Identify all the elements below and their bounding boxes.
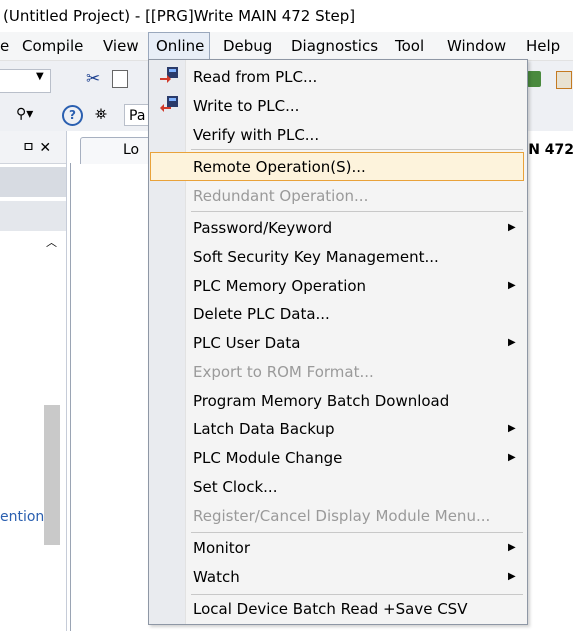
menu-online[interactable]: Online	[156, 36, 204, 56]
menu-item-latch-data-backup[interactable]: Latch Data Backup	[193, 417, 335, 441]
menu-debug[interactable]: Debug	[223, 36, 272, 56]
menu-item-program-memory-batch-download[interactable]: Program Memory Batch Download	[193, 389, 449, 413]
pin-and-close-icons[interactable]: ㅁ ✕	[22, 137, 51, 157]
menu-item-export-rom-format[interactable]: Export to ROM Format...	[193, 360, 374, 384]
menu-item-verify-with-plc[interactable]: Verify with PLC...	[193, 123, 319, 147]
local-tab-label: Lo	[123, 142, 140, 158]
menu-item-plc-module-change[interactable]: PLC Module Change	[193, 446, 342, 470]
menu-item-local-device-batch-read[interactable]: Local Device Batch Read +Save CSV	[193, 597, 467, 621]
copy-icon[interactable]	[112, 70, 128, 88]
help-icon[interactable]: ?	[62, 105, 83, 126]
pane-header: ㅁ ✕	[0, 131, 66, 164]
dropdown-arrow-icon[interactable]: ▼	[36, 71, 44, 82]
submenu-arrow-icon: ▶	[508, 423, 516, 434]
submenu-arrow-icon: ▶	[508, 280, 516, 291]
menu-item-plc-user-data[interactable]: PLC User Data	[193, 331, 300, 355]
menu-compile[interactable]: Compile	[22, 36, 83, 56]
online-menu-dropdown: Read from PLC... Write to PLC... Verify …	[148, 59, 528, 625]
menu-separator	[191, 594, 523, 595]
pane-band	[0, 167, 66, 197]
menu-file[interactable]: e	[0, 36, 9, 56]
binoculars-icon[interactable]: ⛯	[95, 105, 107, 123]
menu-icon-gutter	[149, 60, 186, 624]
menu-separator	[191, 532, 523, 533]
write-to-plc-icon	[158, 95, 180, 113]
pane-band-2	[0, 201, 66, 231]
scroll-up-icon[interactable]: ︿	[46, 234, 57, 250]
window-title: (Untitled Project) - [[PRG]Write MAIN 47…	[0, 0, 573, 32]
toolbar-icon-right[interactable]	[527, 71, 541, 87]
menu-separator	[191, 149, 523, 150]
submenu-arrow-icon: ▶	[508, 452, 516, 463]
menu-item-watch[interactable]: Watch	[193, 565, 240, 589]
toolbar-icon-right2[interactable]	[556, 71, 572, 89]
partial-tree-text: ention	[0, 509, 45, 525]
menu-item-plc-memory-operation[interactable]: PLC Memory Operation	[193, 274, 366, 298]
submenu-arrow-icon: ▶	[508, 542, 516, 553]
menu-item-register-cancel-display-module[interactable]: Register/Cancel Display Module Menu...	[193, 504, 490, 528]
menu-separator	[191, 211, 523, 212]
menu-item-write-to-plc[interactable]: Write to PLC...	[193, 94, 299, 118]
menu-item-read-from-plc[interactable]: Read from PLC...	[193, 65, 317, 89]
editor-tab-right[interactable]: IN 472	[523, 138, 573, 162]
menu-item-set-clock[interactable]: Set Clock...	[193, 475, 277, 499]
navigation-pane: ㅁ ✕ ︿ ention	[0, 131, 67, 631]
cut-icon[interactable]: ✂	[86, 69, 100, 89]
search-text-field[interactable]: Pa	[124, 104, 150, 126]
menu-item-monitor[interactable]: Monitor	[193, 536, 250, 560]
read-from-plc-icon	[158, 66, 180, 84]
search-down-icon[interactable]: ⚲▾	[16, 106, 33, 122]
menu-help[interactable]: Help	[526, 36, 560, 56]
submenu-arrow-icon: ▶	[508, 571, 516, 582]
editor-tab-left[interactable]: Lo	[80, 137, 152, 164]
menu-item-delete-plc-data[interactable]: Delete PLC Data...	[193, 302, 330, 326]
submenu-arrow-icon: ▶	[508, 222, 516, 233]
menu-view[interactable]: View	[103, 36, 139, 56]
menu-diagnostics[interactable]: Diagnostics	[291, 36, 378, 56]
menu-tool[interactable]: Tool	[395, 36, 424, 56]
menu-item-redundant-operation[interactable]: Redundant Operation...	[193, 184, 368, 208]
menu-item-password-keyword[interactable]: Password/Keyword	[193, 216, 332, 240]
menu-bar: e Compile View Online Debug Diagnostics …	[0, 32, 573, 61]
menu-item-remote-operation[interactable]: Remote Operation(S)...	[193, 155, 366, 179]
editor-border	[70, 163, 71, 631]
scrollbar-thumb[interactable]	[44, 405, 60, 545]
menu-window[interactable]: Window	[447, 36, 506, 56]
submenu-arrow-icon: ▶	[508, 337, 516, 348]
menu-item-soft-security-key[interactable]: Soft Security Key Management...	[193, 245, 439, 269]
